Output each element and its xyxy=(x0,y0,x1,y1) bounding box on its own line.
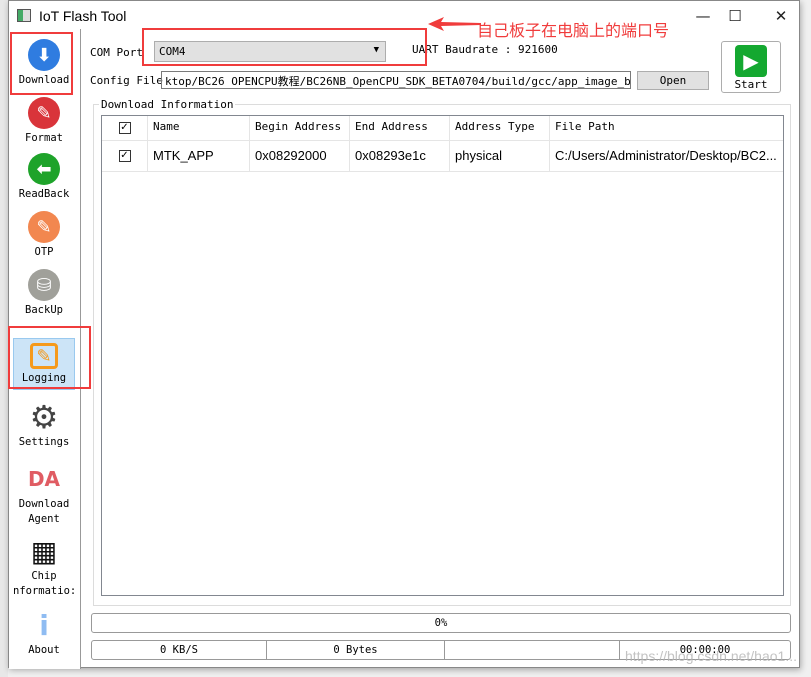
row-checkbox[interactable]: ✓ xyxy=(102,141,148,171)
cell-end-address: 0x08293e1c xyxy=(350,141,450,171)
da-icon: DA xyxy=(27,466,61,491)
header-end-address[interactable]: End Address xyxy=(350,116,450,140)
sidebar-item-label: OTP xyxy=(34,246,54,258)
cell-begin-address: 0x08292000 xyxy=(250,141,350,171)
progress-bar: 0% xyxy=(91,613,791,633)
com-port-value: COM4 xyxy=(159,45,186,58)
status-speed: 0 KB/S xyxy=(92,641,267,659)
readback-icon: ⬅ xyxy=(28,153,60,185)
sidebar-item-label: About xyxy=(28,644,60,656)
info-icon: i xyxy=(39,608,49,642)
play-icon: ▶ xyxy=(735,45,767,77)
sidebar-item-info[interactable]: i About xyxy=(13,609,75,658)
app-window: IoT Flash Tool — ☐ ✕ ⬇ Download ✎ Format ⬅ Re… xyxy=(8,0,800,669)
check-icon: ✓ xyxy=(118,122,131,134)
annotation-arrow xyxy=(428,17,481,31)
download-table: ✓ Name Begin Address End Address Address… xyxy=(101,115,784,596)
format-icon: ✎ xyxy=(28,97,60,129)
cell-address-type: physical xyxy=(450,141,550,171)
sidebar-item-label: Download xyxy=(18,498,70,510)
sidebar-item-otp[interactable]: ✎ OTP xyxy=(13,211,75,260)
watermark: https://blog.csdn.net/hao1... xyxy=(624,648,797,664)
header-begin-address[interactable]: Begin Address xyxy=(250,116,350,140)
otp-icon: ✎ xyxy=(28,211,60,243)
sidebar-item-label: Format xyxy=(25,132,63,144)
status-bytes: 0 Bytes xyxy=(267,641,445,659)
status-blank xyxy=(445,641,620,659)
sidebar-item-format[interactable]: ✎ Format xyxy=(13,97,75,146)
table-header: ✓ Name Begin Address End Address Address… xyxy=(102,116,783,141)
com-port-label: COM Port xyxy=(90,46,143,59)
backup-icon: ⛁ xyxy=(28,269,60,301)
start-label: Start xyxy=(734,78,768,91)
header-address-type[interactable]: Address Type xyxy=(450,116,550,140)
header-checkbox[interactable]: ✓ xyxy=(102,116,148,140)
config-file-label: Config File xyxy=(90,74,163,87)
maximize-button[interactable]: ☐ xyxy=(721,5,749,27)
config-file-input[interactable]: ktop/BC26 OPENCPU教程/BC26NB_OpenCPU_SDK_B… xyxy=(161,71,631,89)
uart-baudrate: UART Baudrate : 921600 xyxy=(412,43,558,56)
chevron-down-icon: ▼ xyxy=(373,45,379,55)
close-button[interactable]: ✕ xyxy=(767,5,795,27)
logging-icon: ✎ xyxy=(30,343,58,369)
sidebar-item-label: Settings xyxy=(18,436,70,448)
chip-icon: ▦ xyxy=(30,534,58,568)
start-button[interactable]: ▶ Start xyxy=(721,41,781,93)
download-info-title: Download Information xyxy=(99,98,236,111)
sidebar-item-download[interactable]: ⬇ Download xyxy=(13,39,75,88)
app-icon xyxy=(17,9,31,22)
sidebar: ⬇ Download ✎ Format ⬅ ReadBack ✎ OTP ⛁ BackUp ✎ Log… xyxy=(9,29,81,669)
sidebar-item-label: ReadBack xyxy=(18,188,70,200)
sidebar-item-backup[interactable]: ⛁ BackUp xyxy=(13,269,75,318)
table-row[interactable]: ✓ MTK_APP 0x08292000 0x08293e1c physical… xyxy=(102,141,783,172)
sidebar-item-readback[interactable]: ⬅ ReadBack xyxy=(13,153,75,202)
sidebar-item-label: Download xyxy=(18,74,70,86)
header-file-path[interactable]: File Path xyxy=(550,116,783,140)
com-port-select[interactable]: COM4 ▼ xyxy=(154,41,386,62)
open-button[interactable]: Open xyxy=(637,71,709,90)
sidebar-item-gear[interactable]: ⚙ Settings xyxy=(13,401,75,450)
cell-name: MTK_APP xyxy=(148,141,250,171)
background-window xyxy=(0,0,8,677)
header-name[interactable]: Name xyxy=(148,116,250,140)
minimize-button[interactable]: — xyxy=(689,5,717,27)
sidebar-item-label-2: nformatio: xyxy=(13,585,77,597)
sidebar-item-da[interactable]: DA Download Agent xyxy=(13,463,75,527)
gear-icon: ⚙ xyxy=(29,397,59,436)
check-icon: ✓ xyxy=(118,150,131,162)
cell-file-path: C:/Users/Administrator/Desktop/BC2... xyxy=(555,148,777,163)
sidebar-item-label-2: Agent xyxy=(28,513,60,525)
sidebar-item-label: BackUp xyxy=(25,304,63,316)
download-icon: ⬇ xyxy=(28,39,60,71)
sidebar-item-label: Chip xyxy=(31,570,57,582)
sidebar-item-chip[interactable]: ▦ Chip nformatio: xyxy=(13,534,77,599)
progress-label: 0% xyxy=(434,617,448,629)
window-title: IoT Flash Tool xyxy=(39,8,127,24)
sidebar-item-logging[interactable]: ✎ Logging xyxy=(13,338,75,390)
sidebar-item-label: Logging xyxy=(21,372,67,384)
annotation-text: 自己板子在电脑上的端口号 xyxy=(477,21,670,40)
